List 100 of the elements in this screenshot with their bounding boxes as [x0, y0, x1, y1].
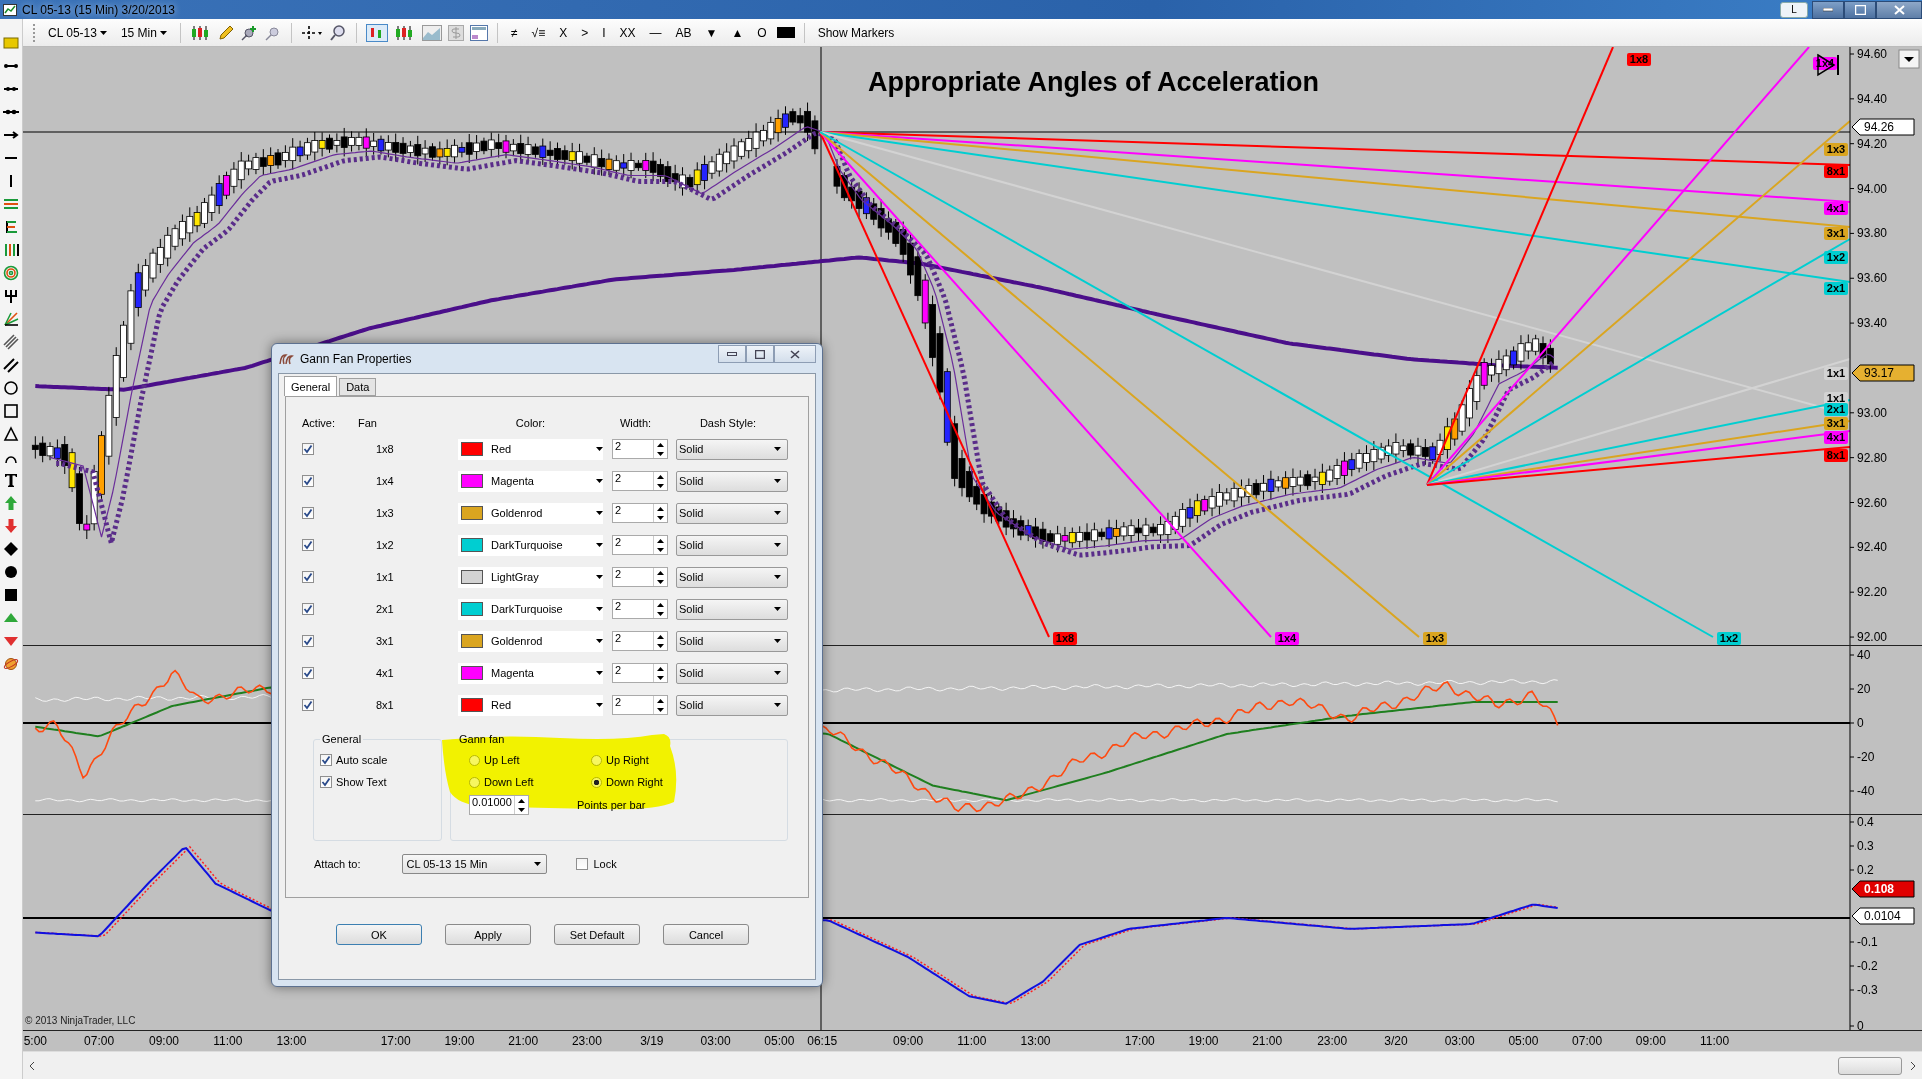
width-spinner[interactable]: 2	[612, 599, 668, 619]
color-dropdown[interactable]: LightGray	[458, 566, 603, 588]
axis-label: 0	[1857, 716, 1864, 730]
axis-label: 93.40	[1857, 316, 1888, 331]
fan-label: 8x1	[1824, 165, 1848, 178]
axis-label: 21:00	[1252, 1034, 1283, 1048]
axis-label: 17:00	[380, 1034, 411, 1048]
fan-name: 4x1	[376, 667, 394, 679]
axis-label: 19:00	[444, 1034, 475, 1048]
axis-label: 13:00	[1020, 1034, 1051, 1048]
axis-label: 3/19	[640, 1034, 664, 1048]
width-spinner[interactable]: 2	[612, 471, 668, 491]
axis-label: 93.00	[1857, 405, 1888, 420]
text-tool-button[interactable]: √≡	[527, 23, 550, 42]
color-dropdown[interactable]: DarkTurquoise	[458, 534, 603, 556]
text-tool-button[interactable]: X	[555, 23, 572, 42]
axis-label: 5:00	[23, 1034, 47, 1048]
axis-label: 09:00	[1635, 1034, 1666, 1048]
axis-label: 03:00	[1444, 1034, 1475, 1048]
attach-dropdown[interactable]: CL 05-13 15 Min	[402, 854, 548, 874]
dialog-button[interactable]: Cancel	[663, 924, 749, 945]
width-spinner[interactable]: 2	[612, 631, 668, 651]
axis-label: 13:00	[276, 1034, 307, 1048]
width-spinner[interactable]: 2	[612, 663, 668, 683]
axis-label: 92.80	[1857, 450, 1888, 465]
dash-style-dropdown[interactable]: Solid	[676, 470, 788, 492]
dialog-button[interactable]: OK	[336, 924, 422, 945]
fan-label: 1x1	[1824, 367, 1848, 380]
dash-style-dropdown[interactable]: Solid	[676, 438, 788, 460]
dash-style-dropdown[interactable]: Solid	[676, 662, 788, 684]
dash-style-dropdown[interactable]: Solid	[676, 694, 788, 716]
color-dropdown[interactable]: Magenta	[458, 662, 603, 684]
interval-dropdown[interactable]: 15 Min	[116, 23, 171, 42]
axis-label: 17:00	[1124, 1034, 1155, 1048]
color-dropdown[interactable]: Goldenrod	[458, 502, 603, 524]
width-spinner[interactable]: 2	[612, 439, 668, 459]
dash-style-dropdown[interactable]: Solid	[676, 598, 788, 620]
axis-label: -0.3	[1857, 983, 1878, 997]
text-tool-button[interactable]: AB	[671, 23, 696, 42]
fan-label: 4x1	[1824, 431, 1848, 444]
axis-label: 19:00	[1188, 1034, 1219, 1048]
axis-label: 07:00	[84, 1034, 115, 1048]
option-label: Up Right	[606, 754, 649, 766]
text-tool-button[interactable]: —	[645, 23, 666, 42]
dialog-button[interactable]: Apply	[445, 924, 531, 945]
copyright-text: © 2013 NinjaTrader, LLC	[25, 1015, 136, 1026]
dash-style-dropdown[interactable]: Solid	[676, 534, 788, 556]
option-label: Lock	[593, 858, 617, 870]
fan-label: 2x1	[1824, 403, 1848, 416]
dash-style-dropdown[interactable]: Solid	[676, 566, 788, 588]
column-header: Fan	[358, 417, 377, 431]
fan-name: 1x8	[376, 443, 394, 455]
width-spinner[interactable]: 2	[612, 503, 668, 523]
fan-label: 1x8	[1627, 53, 1651, 66]
axis-label: 92.20	[1857, 585, 1888, 600]
dash-style-dropdown[interactable]: Solid	[676, 630, 788, 652]
color-dropdown[interactable]: DarkTurquoise	[458, 598, 603, 620]
width-spinner[interactable]: 2	[612, 535, 668, 555]
color-dropdown[interactable]: Goldenrod	[458, 630, 603, 652]
fan-label: 3x1	[1824, 227, 1848, 240]
fan-label: 2x1	[1824, 282, 1848, 295]
color-dropdown[interactable]: Red	[458, 694, 603, 716]
axis-label: -0.1	[1857, 935, 1878, 949]
text-tool-button[interactable]: >	[577, 23, 593, 42]
axis-label: 21:00	[508, 1034, 539, 1048]
fan-label: 8x1	[1824, 449, 1848, 462]
axis-label: 3/20	[1384, 1034, 1408, 1048]
axis-label: 11:00	[1700, 1034, 1730, 1048]
instrument-dropdown[interactable]: CL 05-13	[44, 23, 111, 42]
layout-button[interactable]: L	[1780, 1, 1808, 18]
axis-label: 94.20	[1857, 136, 1888, 151]
fan-name: 1x3	[376, 507, 394, 519]
color-dropdown[interactable]: Red	[458, 438, 603, 460]
dialog-button[interactable]: Set Default	[554, 924, 640, 945]
last-price-tag: 93.17	[1851, 364, 1915, 382]
axis-label: 09:00	[149, 1034, 180, 1048]
tab[interactable]: Data	[339, 378, 377, 396]
text-tool-button[interactable]: ▼	[701, 23, 722, 42]
field-label: Points per bar	[577, 799, 646, 811]
axis-label: 11:00	[213, 1034, 243, 1048]
points-per-bar-field[interactable]: 0.01000	[469, 795, 529, 815]
text-tool-button[interactable]: ▲	[727, 23, 748, 42]
fan-name: 1x1	[376, 571, 394, 583]
show-markers-button[interactable]: Show Markers	[813, 23, 899, 42]
fan-name: 2x1	[376, 603, 394, 615]
fan-name: 3x1	[376, 635, 394, 647]
text-tool-button[interactable]: ≠	[506, 23, 522, 42]
axis-label: -40	[1857, 784, 1875, 798]
option-label: Down Left	[484, 776, 534, 788]
tab[interactable]: General	[284, 376, 338, 396]
text-tool-button[interactable]: XX	[615, 23, 640, 42]
fan-label: 1x3	[1423, 632, 1447, 645]
axis-label: 94.00	[1857, 181, 1888, 196]
dash-style-dropdown[interactable]: Solid	[676, 502, 788, 524]
width-spinner[interactable]: 2	[612, 567, 668, 587]
text-tool-button[interactable]: O	[753, 23, 771, 42]
axis-label: 09:00	[893, 1034, 924, 1048]
text-tool-button[interactable]: I	[598, 23, 610, 42]
width-spinner[interactable]: 2	[612, 695, 668, 715]
color-dropdown[interactable]: Magenta	[458, 470, 603, 492]
